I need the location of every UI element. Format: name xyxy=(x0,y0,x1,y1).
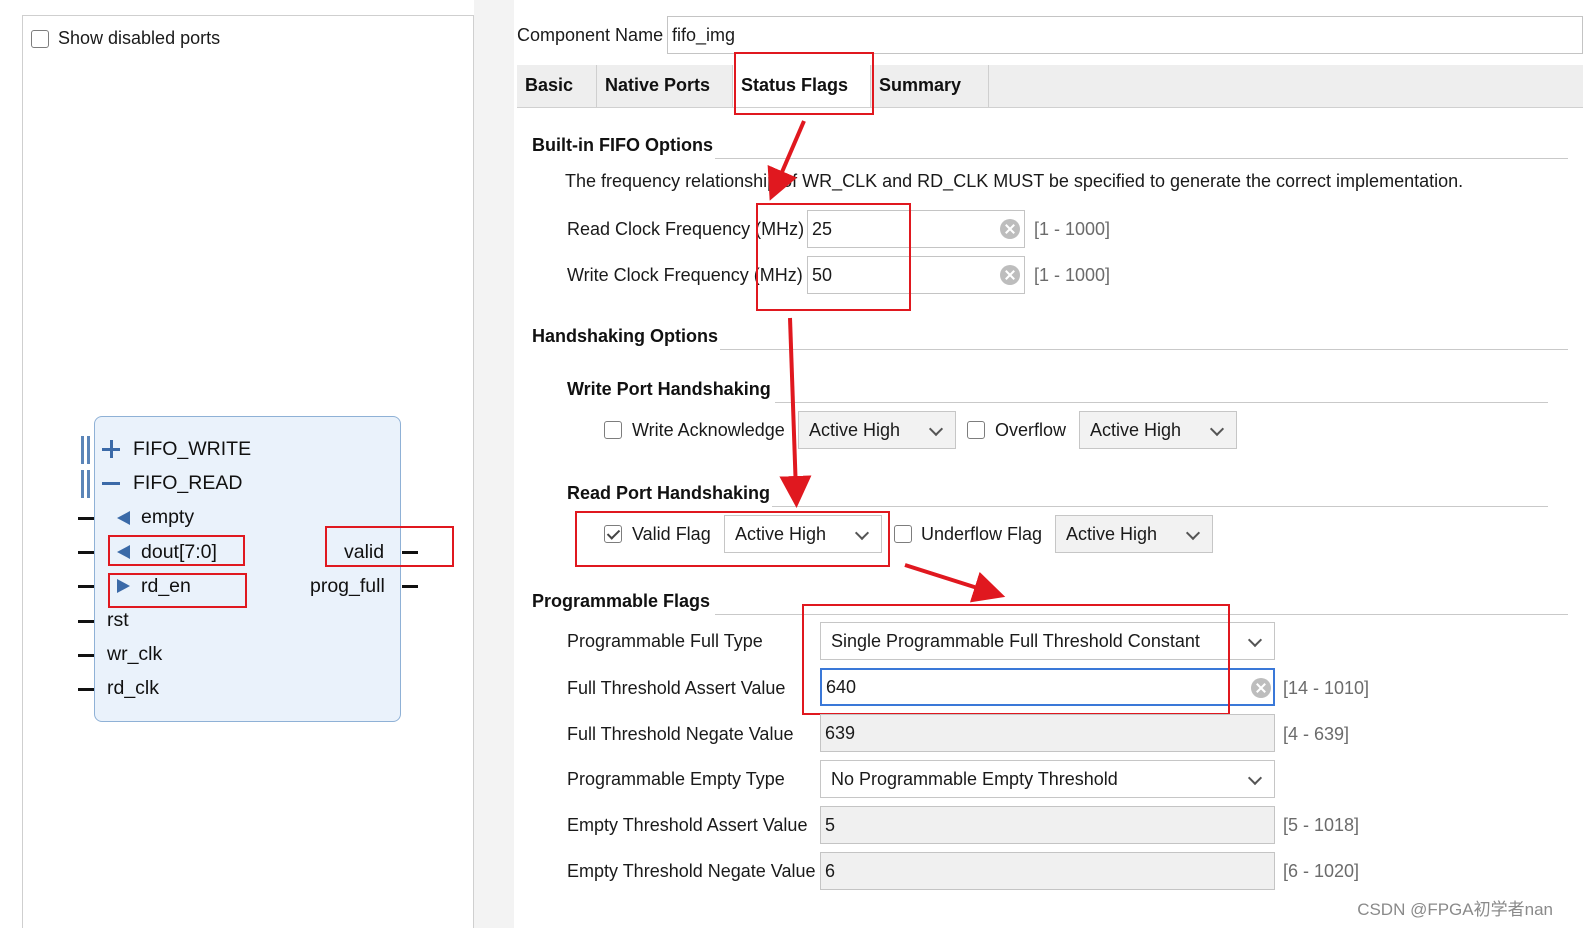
annotation-arrow xyxy=(767,120,806,201)
annotation-arrow xyxy=(904,563,1006,603)
watermark: CSDN @FPGA初学者nan xyxy=(1357,900,1553,919)
annotation-arrows xyxy=(767,120,1006,603)
annotation-arrow xyxy=(779,317,812,508)
